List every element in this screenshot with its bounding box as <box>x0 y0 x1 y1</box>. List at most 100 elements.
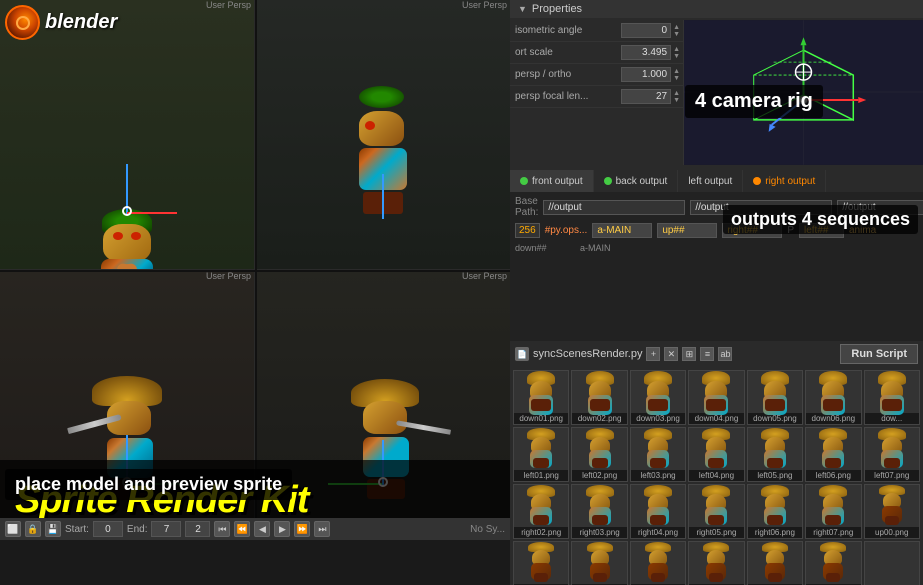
seq-labels-row: down## a-MAIN <box>515 243 918 253</box>
sprite-left03[interactable]: left03.png <box>630 427 686 482</box>
sprites-row-right: right02.png right03.png <box>513 484 920 539</box>
seq-tab-front[interactable]: front output <box>510 170 594 192</box>
viewport-front-left[interactable]: User Persp <box>0 0 254 269</box>
seq-path-1[interactable] <box>543 200 685 215</box>
sprite-char-up00 <box>874 485 909 525</box>
script-bar: 📄 syncScenesRender.py + ✕ ⊞ ≡ ab Run Scr… <box>510 340 923 367</box>
sprite-left02[interactable]: left02.png <box>571 427 627 482</box>
sprite-down03[interactable]: down03.png <box>630 370 686 425</box>
legs-l07 <box>884 458 900 468</box>
sprite-down04[interactable]: down04.png <box>688 370 744 425</box>
prop-dn-0[interactable]: ▼ <box>673 31 680 38</box>
sprite-empty[interactable] <box>864 541 920 585</box>
sprite-down05[interactable]: down05.png <box>747 370 803 425</box>
start-frame-input[interactable] <box>93 521 123 537</box>
legs-r04 <box>650 515 666 525</box>
sprite-up07[interactable]: up07.png <box>805 541 861 585</box>
jump-start-btn[interactable]: ⏮ <box>214 521 230 537</box>
sprite-up03[interactable]: up03.png <box>571 541 627 585</box>
sprite-up00[interactable]: up00.png <box>864 484 920 539</box>
script-list-btn[interactable]: ≡ <box>700 347 714 361</box>
sprite-up04[interactable]: up04.png <box>630 541 686 585</box>
sprite-right06[interactable]: right06.png <box>747 484 803 539</box>
sequencer-section: front output back output left output rig… <box>510 170 923 340</box>
sprite-down02[interactable]: down02.png <box>571 370 627 425</box>
script-add-btn[interactable]: + <box>646 347 660 361</box>
prop-value-2[interactable] <box>621 67 671 82</box>
prop-collapse-icon[interactable]: ▼ <box>518 4 527 14</box>
sprites-section: down01.png down02.png <box>510 367 923 585</box>
legs-u04 <box>651 573 665 582</box>
blender-app-name: blender <box>45 11 117 34</box>
sprite-char-right02 <box>524 485 559 525</box>
prop-value-1[interactable] <box>621 45 671 60</box>
sprite-down06[interactable]: down06.png <box>805 370 861 425</box>
sprite-right05[interactable]: right05.png <box>688 484 744 539</box>
prop-up-1[interactable]: ▲ <box>673 46 680 53</box>
viewport-front-right[interactable]: User Persp <box>256 0 510 269</box>
seq-field-up[interactable] <box>657 223 717 238</box>
sprite-right07[interactable]: right07.png <box>805 484 861 539</box>
seq-tab-right-label: right output <box>765 176 815 187</box>
play-back-btn[interactable]: ◀ <box>254 521 270 537</box>
legs-r02 <box>533 515 549 525</box>
seq-tab-left[interactable]: left output <box>678 170 743 192</box>
prop-dn-2[interactable]: ▼ <box>673 75 680 82</box>
sprite-left01[interactable]: left01.png <box>513 427 569 482</box>
script-grid-btn[interactable]: ⊞ <box>682 347 696 361</box>
prop-value-3[interactable] <box>621 89 671 104</box>
dot-back <box>604 177 612 185</box>
step-fwd-btn[interactable]: ⏩ <box>294 521 310 537</box>
script-ab-btn[interactable]: ab <box>718 347 732 361</box>
sprite-dow-extra[interactable]: dow... <box>864 370 920 425</box>
sprite-char-down02 <box>582 371 617 411</box>
sprite-label-up00: up00.png <box>865 527 919 538</box>
sprite-left07[interactable]: left07.png <box>864 427 920 482</box>
prop-dn-3[interactable]: ▼ <box>673 97 680 104</box>
sprite-left05[interactable]: left05.png <box>747 427 803 482</box>
sprite-label-right07: right07.png <box>806 527 860 538</box>
sprite-char-left01 <box>524 428 559 468</box>
prop-up-2[interactable]: ▲ <box>673 68 680 75</box>
save-icon-pb[interactable]: 💾 <box>45 521 61 537</box>
play-btn[interactable]: ▶ <box>274 521 290 537</box>
current-frame-input[interactable] <box>185 521 210 537</box>
start-label: Start: <box>65 524 89 535</box>
lock-icon-pb[interactable]: 🔒 <box>25 521 41 537</box>
seq-tab-right[interactable]: right output <box>743 170 826 192</box>
step-back-btn[interactable]: ⏪ <box>234 521 250 537</box>
sprite-left06[interactable]: left06.png <box>805 427 861 482</box>
sprite-right03[interactable]: right03.png <box>571 484 627 539</box>
run-script-button[interactable]: Run Script <box>840 344 918 364</box>
vp-label-tr: User Persp <box>462 0 507 10</box>
seq-basepath-label: Base Path: <box>515 196 538 218</box>
script-remove-btn[interactable]: ✕ <box>664 347 678 361</box>
sprite-right02[interactable]: right02.png <box>513 484 569 539</box>
sprite-label-left01: left01.png <box>514 470 568 481</box>
dot-front <box>520 177 528 185</box>
properties-title-bar: ▼ Properties <box>510 0 923 18</box>
jump-end-btn[interactable]: ⏭ <box>314 521 330 537</box>
sequencer-tabs: front output back output left output rig… <box>510 170 923 192</box>
prop-up-3[interactable]: ▲ <box>673 90 680 97</box>
prop-value-0[interactable] <box>621 23 671 38</box>
prop-up-0[interactable]: ▲ <box>673 24 680 31</box>
sprite-char-up07 <box>816 542 851 582</box>
prop-arrows-0: ▲ ▼ <box>673 24 680 38</box>
sprite-down01[interactable]: down01.png <box>513 370 569 425</box>
seq-tab-back[interactable]: back output <box>594 170 679 192</box>
legs-d02 <box>590 399 610 411</box>
prop-dn-1[interactable]: ▼ <box>673 53 680 60</box>
sprite-up05[interactable]: up05.png <box>688 541 744 585</box>
sprite-left04[interactable]: left04.png <box>688 427 744 482</box>
prop-label-0: isometric angle <box>515 25 621 36</box>
sprite-char-up06 <box>757 542 792 582</box>
legs-d01 <box>531 399 551 411</box>
sprite-up06[interactable]: up06.png <box>747 541 803 585</box>
seq-field-down[interactable] <box>592 223 652 238</box>
legs-r03 <box>592 515 608 525</box>
end-frame-input[interactable] <box>151 521 181 537</box>
axis-y-tr <box>382 174 384 219</box>
sprite-right04[interactable]: right04.png <box>630 484 686 539</box>
sprite-right02-2[interactable]: right02.png <box>513 541 569 585</box>
